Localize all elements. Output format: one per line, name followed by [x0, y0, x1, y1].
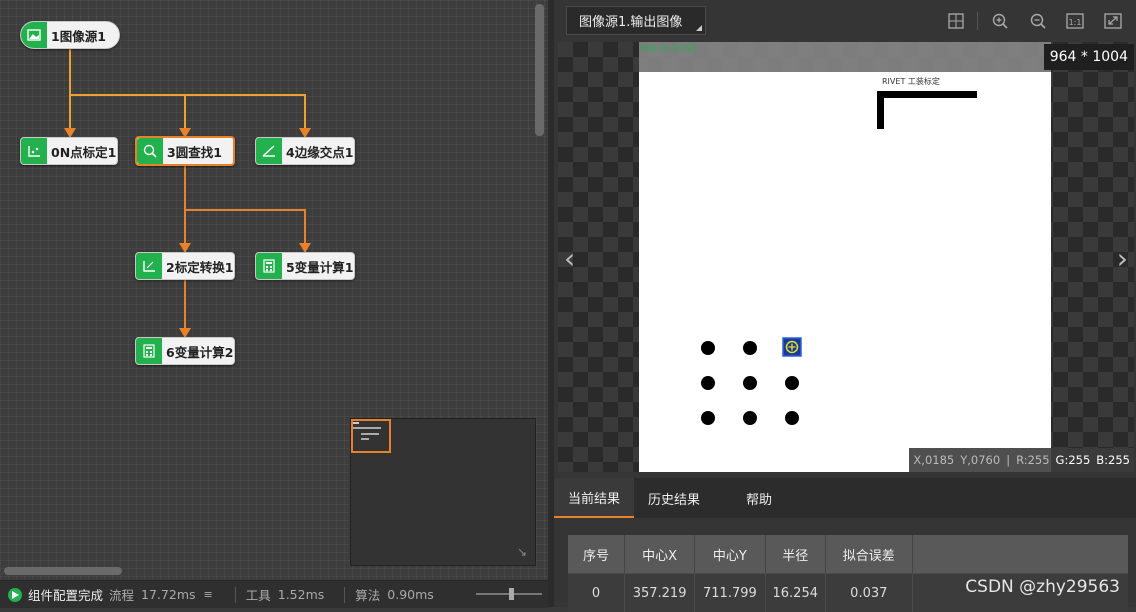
vertical-scrollbar[interactable]	[535, 4, 544, 136]
node-n-point-calibration[interactable]: 0N点标定1	[20, 137, 118, 165]
watermark: CSDN @zhy29563	[965, 577, 1120, 597]
col-center-x[interactable]: 中心X	[624, 535, 694, 574]
image-content	[639, 72, 1051, 472]
viewer-toolbar: 图像源1.输出图像 1:1	[554, 0, 1136, 42]
zoom-out-icon[interactable]	[1028, 11, 1048, 31]
cursor-y: Y,0760	[960, 453, 1000, 467]
cell-fit-error: 0.037	[825, 574, 912, 612]
svg-text:1:1: 1:1	[1069, 18, 1082, 27]
calibration-image: RIVET 工装标定	[639, 72, 1051, 472]
dropdown-corner-icon	[696, 25, 702, 31]
tool-time-value: 1.52ms	[278, 587, 325, 602]
pixel-readout: X,0185 Y,0760 | R:255 G:255 B:255	[909, 448, 1134, 472]
minimap-viewport[interactable]	[351, 419, 391, 453]
cell-index: 0	[568, 574, 624, 612]
prev-image-arrow-icon[interactable]: ‹	[564, 242, 575, 275]
col-center-y[interactable]: 中心Y	[695, 535, 765, 574]
crosshair-grid-icon[interactable]	[946, 11, 966, 31]
node-label: 1图像源1	[51, 26, 106, 45]
edge-intersection-icon	[256, 138, 282, 164]
divider	[344, 587, 345, 603]
horizontal-scrollbar[interactable]	[4, 567, 122, 575]
node-variable-calc-1[interactable]: 5变量计算1	[255, 252, 355, 280]
radius-overlay-text: 半径:16.25395	[640, 43, 697, 54]
circle-find-icon	[137, 138, 163, 164]
pixel-r: R:255	[1016, 453, 1049, 467]
algo-time-label: 算法	[355, 585, 380, 604]
image-source-value: 图像源1.输出图像	[579, 11, 682, 30]
play-icon[interactable]	[8, 588, 22, 602]
pixel-b: B:255	[1096, 453, 1130, 467]
node-circle-find[interactable]: 3圆查找1	[135, 136, 235, 166]
cell-center-x: 357.219	[624, 574, 694, 612]
pixel-g: G:255	[1056, 453, 1091, 467]
flow-time-label: 流程	[109, 585, 134, 604]
flow-minimap[interactable]: ↘	[350, 418, 536, 566]
actual-size-icon[interactable]: 1:1	[1065, 11, 1085, 31]
node-label: 5变量计算1	[286, 257, 353, 276]
status-message: 组件配置完成	[28, 585, 103, 604]
cursor-x: X,0185	[913, 453, 954, 467]
tool-time-label: 工具	[246, 585, 271, 604]
node-label: 3圆查找1	[167, 142, 222, 161]
node-label: 6变量计算2	[166, 342, 233, 361]
node-edge-intersection[interactable]: 4边缘交点1	[255, 137, 355, 165]
zoom-slider-handle[interactable]	[509, 588, 514, 600]
flow-time-value: 17.72ms	[141, 587, 195, 602]
node-calib-transform[interactable]: 2标定转换1	[135, 252, 235, 280]
node-image-source[interactable]: 1图像源1	[20, 21, 120, 49]
divider	[235, 587, 236, 603]
col-fit-error[interactable]: 拟合误差	[825, 535, 912, 574]
image-size-badge: 964 * 1004	[1044, 44, 1134, 70]
result-tabs: 当前结果 历史结果 帮助	[554, 478, 1136, 518]
image-header-band	[639, 42, 1051, 72]
node-label: 4边缘交点1	[286, 142, 353, 161]
col-index[interactable]: 序号	[568, 535, 624, 574]
col-empty	[912, 535, 1128, 574]
toolbar-divider	[977, 12, 978, 30]
readout-divider: |	[1006, 453, 1010, 467]
calculator-icon	[256, 253, 282, 279]
status-bar: 组件配置完成 流程 17.72ms ≡ 工具 1.52ms 算法 0.90ms	[0, 580, 548, 608]
cell-center-y: 711.799	[695, 574, 765, 612]
calibration-icon	[21, 138, 47, 164]
image-viewport[interactable]: 半径:16.25395 RIVET 工装标定 964 * 1004 ‹ › X,…	[558, 42, 1134, 472]
tab-help[interactable]: 帮助	[714, 478, 804, 518]
node-label: 0N点标定1	[51, 142, 116, 161]
results-table: 序号 中心X 中心Y 半径 拟合误差 0 357.219 711.799 16.…	[568, 535, 1128, 612]
fit-window-icon[interactable]	[1103, 11, 1123, 31]
next-image-arrow-icon[interactable]: ›	[1117, 242, 1128, 275]
tab-current-result[interactable]: 当前结果	[554, 478, 634, 518]
table-header-row: 序号 中心X 中心Y 半径 拟合误差	[568, 535, 1128, 574]
image-icon	[21, 22, 47, 48]
resize-corner-icon[interactable]: ↘	[517, 545, 527, 559]
image-panel: 图像源1.输出图像 1:1 半径:16.25395 RIVET 工装标定	[554, 0, 1136, 607]
zoom-in-icon[interactable]	[990, 11, 1010, 31]
flow-canvas[interactable]: 1图像源1 0N点标定1 3圆查找1 4边缘交点1 2标定转换1 5变量计算1	[0, 0, 548, 580]
node-variable-calc-2[interactable]: 6变量计算2	[135, 337, 235, 365]
col-radius[interactable]: 半径	[765, 535, 825, 574]
calib-transform-icon	[136, 253, 162, 279]
cell-radius: 16.254	[765, 574, 825, 612]
algo-time-value: 0.90ms	[387, 587, 434, 602]
tab-history-result[interactable]: 历史结果	[634, 478, 714, 518]
image-source-select[interactable]: 图像源1.输出图像	[566, 6, 706, 35]
detail-toggle-icon[interactable]: ≡	[204, 588, 213, 601]
node-label: 2标定转换1	[166, 257, 233, 276]
calculator-icon	[136, 338, 162, 364]
